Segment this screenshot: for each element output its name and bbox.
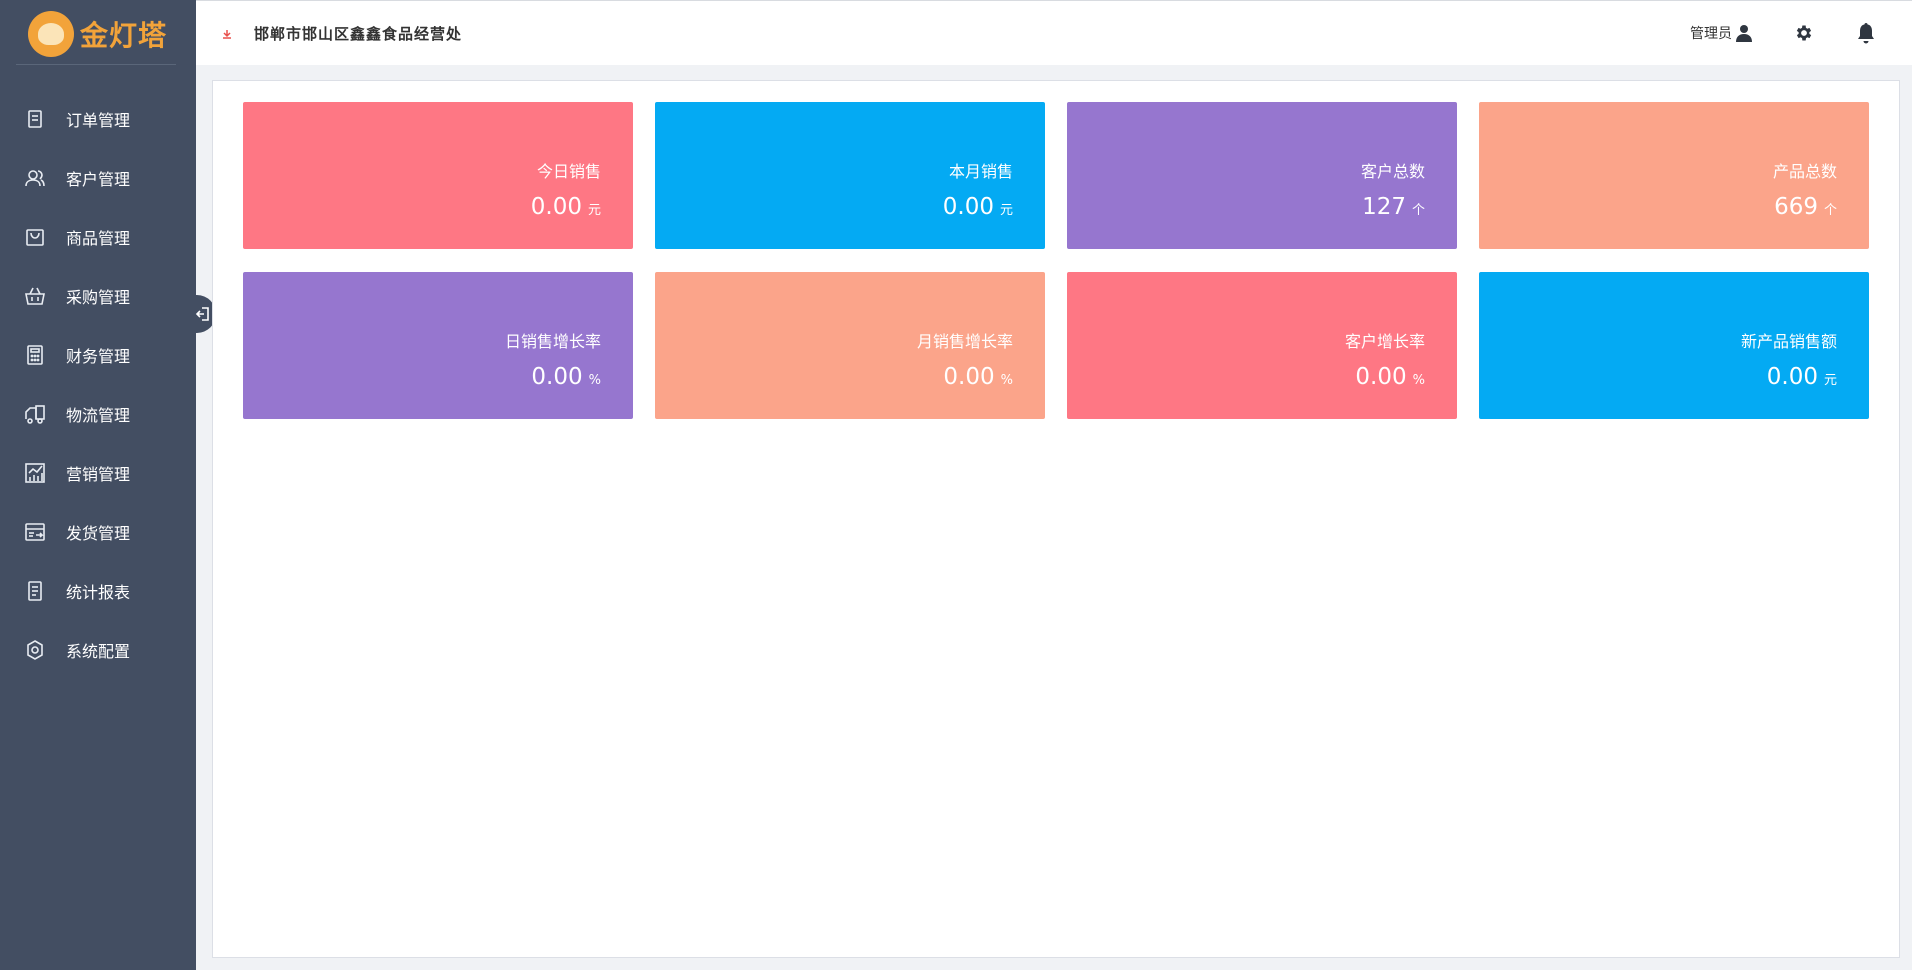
stat-value: 0.00 xyxy=(942,194,994,220)
top-header: 邯郸市邯山区鑫鑫食品经营处 管理员 xyxy=(196,0,1912,65)
sidebar: 金灯塔 订单管理 客户管理 商品管理 采购管理 财务管理 物流管理 营销管理 发… xyxy=(0,0,196,970)
location-icon xyxy=(223,30,231,39)
user-menu[interactable]: 管理员 xyxy=(1690,23,1752,43)
sidebar-item-reports[interactable]: 统计报表 xyxy=(0,561,196,620)
sidebar-item-label: 财务管理 xyxy=(66,346,131,366)
stat-title: 客户总数 xyxy=(1360,162,1425,181)
sidebar-item-purchasing[interactable]: 采购管理 xyxy=(0,266,196,325)
bell-icon[interactable] xyxy=(1856,22,1876,44)
stat-title: 日销售增长率 xyxy=(504,332,601,351)
stat-value-line: 127 个 xyxy=(1362,194,1425,220)
stat-title: 产品总数 xyxy=(1772,162,1837,181)
logo-text: 金灯塔 xyxy=(80,19,168,52)
stat-value-line: 0.00 元 xyxy=(531,194,601,220)
stat-card-monthly-growth[interactable]: 月销售增长率 0.00% xyxy=(655,272,1045,419)
stat-value-line: 0.00 元 xyxy=(1767,364,1837,390)
stat-unit: 元 xyxy=(999,203,1013,218)
sidebar-item-label: 采购管理 xyxy=(66,287,131,307)
delivery-icon xyxy=(24,521,46,543)
stat-value: 669 xyxy=(1774,194,1818,220)
sidebar-item-label: 统计报表 xyxy=(66,582,131,602)
company-title: 邯郸市邯山区鑫鑫食品经营处 xyxy=(254,25,463,43)
chart-icon xyxy=(24,462,46,484)
stat-title: 客户增长率 xyxy=(1344,332,1425,351)
sidebar-nav: 订单管理 客户管理 商品管理 采购管理 财务管理 物流管理 营销管理 发货管理 … xyxy=(0,89,196,679)
gear-icon[interactable] xyxy=(1794,23,1814,43)
sidebar-item-label: 客户管理 xyxy=(66,169,131,189)
order-icon xyxy=(24,108,46,130)
sidebar-item-shipping[interactable]: 发货管理 xyxy=(0,502,196,561)
stat-unit: % xyxy=(588,373,601,388)
stat-unit: % xyxy=(1000,373,1013,388)
stat-unit: 元 xyxy=(587,203,601,218)
collapse-icon xyxy=(195,307,209,321)
stat-unit: 个 xyxy=(1823,203,1837,218)
sidebar-item-customers[interactable]: 客户管理 xyxy=(0,148,196,207)
logo-divider xyxy=(16,64,176,65)
stat-title: 新产品销售额 xyxy=(1740,332,1837,351)
stat-value: 127 xyxy=(1362,194,1406,220)
sidebar-item-orders[interactable]: 订单管理 xyxy=(0,89,196,148)
stat-value: 0.00 xyxy=(531,364,583,390)
app-logo[interactable]: 金灯塔 xyxy=(28,6,176,62)
dashboard-panel: 今日销售 0.00 元 本月销售 0.00 元 客户总数 127 个 产品总数 669… xyxy=(212,80,1900,958)
users-icon xyxy=(24,167,46,189)
sidebar-item-label: 系统配置 xyxy=(66,641,131,661)
stat-unit: % xyxy=(1412,373,1425,388)
sidebar-item-finance[interactable]: 财务管理 xyxy=(0,325,196,384)
calculator-icon xyxy=(24,344,46,366)
sidebar-item-marketing[interactable]: 营销管理 xyxy=(0,443,196,502)
sidebar-item-label: 营销管理 xyxy=(66,464,131,484)
sidebar-item-label: 发货管理 xyxy=(66,523,131,543)
admin-label: 管理员 xyxy=(1690,26,1732,42)
stat-title: 本月销售 xyxy=(948,162,1013,181)
stat-value-line: 669 个 xyxy=(1774,194,1837,220)
settings-icon xyxy=(24,639,46,661)
user-icon xyxy=(1736,25,1752,42)
stat-value-line: 0.00% xyxy=(943,364,1013,390)
stat-card-new-product-sales[interactable]: 新产品销售额 0.00 元 xyxy=(1479,272,1869,419)
stat-card-month-sales[interactable]: 本月销售 0.00 元 xyxy=(655,102,1045,249)
basket-icon xyxy=(24,285,46,307)
report-icon xyxy=(24,580,46,602)
stat-unit: 个 xyxy=(1411,203,1425,218)
stat-unit: 元 xyxy=(1823,373,1837,388)
stat-card-today-sales[interactable]: 今日销售 0.00 元 xyxy=(243,102,633,249)
stat-card-daily-growth[interactable]: 日销售增长率 0.00% xyxy=(243,272,633,419)
stat-card-total-products[interactable]: 产品总数 669 个 xyxy=(1479,102,1869,249)
sidebar-item-settings[interactable]: 系统配置 xyxy=(0,620,196,679)
stat-value-line: 0.00% xyxy=(531,364,601,390)
bag-icon xyxy=(24,226,46,248)
sidebar-item-label: 订单管理 xyxy=(66,110,131,130)
logo-mascot-icon xyxy=(28,11,74,57)
sidebar-item-products[interactable]: 商品管理 xyxy=(0,207,196,266)
stat-value: 0.00 xyxy=(943,364,995,390)
sidebar-item-logistics[interactable]: 物流管理 xyxy=(0,384,196,443)
stat-card-total-customers[interactable]: 客户总数 127 个 xyxy=(1067,102,1457,249)
truck-icon xyxy=(24,403,46,425)
stat-value: 0.00 xyxy=(1355,364,1407,390)
stat-title: 月销售增长率 xyxy=(916,332,1013,351)
stat-value: 0.00 xyxy=(1766,364,1818,390)
stat-value: 0.00 xyxy=(530,194,582,220)
stat-value-line: 0.00% xyxy=(1355,364,1425,390)
sidebar-item-label: 商品管理 xyxy=(66,228,131,248)
sidebar-item-label: 物流管理 xyxy=(66,405,131,425)
stat-value-line: 0.00 元 xyxy=(943,194,1013,220)
stat-title: 今日销售 xyxy=(536,162,601,181)
stat-card-customer-growth[interactable]: 客户增长率 0.00% xyxy=(1067,272,1457,419)
